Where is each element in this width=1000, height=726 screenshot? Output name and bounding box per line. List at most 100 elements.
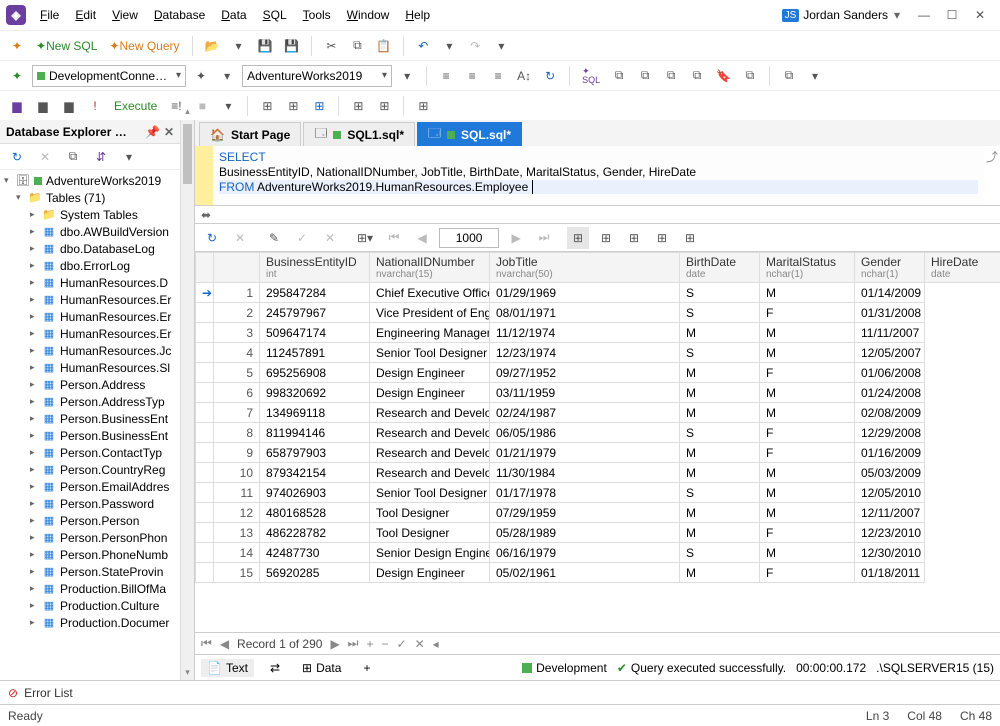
star-icon[interactable]: ✦ (6, 35, 28, 57)
tab-sql1-sql-[interactable]: 🗔SQL1.sql* (303, 122, 415, 146)
menu-file[interactable]: File (34, 4, 65, 26)
t6-icon[interactable]: ⧉ (778, 65, 800, 87)
tree-item[interactable]: ▸▦Person.Address (0, 376, 180, 393)
tree-item[interactable]: ▸▦dbo.ErrorLog (0, 257, 180, 274)
run-icon[interactable]: ▆ (6, 95, 28, 117)
bookmark-icon[interactable]: 🔖 (712, 65, 735, 87)
grid-refresh-icon[interactable]: ↻ (201, 227, 223, 249)
db-ext-icon[interactable]: ▾ (396, 65, 418, 87)
redo-drop-icon[interactable]: ▾ (490, 35, 512, 57)
view-export-icon[interactable]: ⊞ (679, 227, 701, 249)
g5-icon[interactable]: ⊞ (373, 95, 395, 117)
nav-cancel-icon[interactable]: ✕ (415, 637, 425, 651)
menu-database[interactable]: Database (148, 4, 211, 26)
splitter-bar[interactable]: ⬌ (195, 206, 1000, 224)
table-row[interactable]: 1556920285Design Engineer05/02/1961MF01/… (196, 563, 1000, 583)
nav-ok-icon[interactable]: ✓ (397, 637, 407, 651)
view-card-icon[interactable]: ⊞ (595, 227, 617, 249)
redo-icon[interactable]: ↷ (464, 35, 486, 57)
undo-icon[interactable]: ↶ (412, 35, 434, 57)
dropdown-icon[interactable]: ▾ (227, 35, 249, 57)
nav-prev-icon[interactable]: ◀ (220, 637, 229, 651)
t3-icon[interactable]: ⧉ (660, 65, 682, 87)
tree-item[interactable]: ▸▦Person.ContactTyp (0, 444, 180, 461)
uncomment-icon[interactable]: A↕ (513, 65, 535, 87)
cut-icon[interactable]: ✂ (320, 35, 342, 57)
grid-rollback-icon[interactable]: ✕ (319, 227, 341, 249)
t5-icon[interactable]: ⧉ (739, 65, 761, 87)
tree-item[interactable]: ▸📁System Tables (0, 206, 180, 223)
first-page-icon[interactable]: ⏮ (383, 227, 405, 249)
new-query-button[interactable]: ✦ New Query (105, 35, 183, 57)
swap-tab[interactable]: ⇄ (264, 659, 286, 677)
table-row[interactable]: ➔1295847284Chief Executive Officer01/29/… (196, 283, 1000, 303)
view-chart-icon[interactable]: ⊞ (651, 227, 673, 249)
tree-item[interactable]: ▸▦Person.Person (0, 512, 180, 529)
view-grid-icon[interactable]: ⊞ (567, 227, 589, 249)
menu-tools[interactable]: Tools (297, 4, 337, 26)
menu-window[interactable]: Window (341, 4, 396, 26)
user-chevron-icon[interactable]: ▾ (894, 8, 900, 22)
indent-icon[interactable]: ≡ (435, 65, 457, 87)
nav-first-icon[interactable]: ⏮ (201, 636, 212, 651)
g4-icon[interactable]: ⊞ (347, 95, 369, 117)
copy-icon[interactable]: ⧉ (346, 35, 368, 57)
tree-item[interactable]: ▸▦Person.EmailAddres (0, 478, 180, 495)
panel-close-icon[interactable]: ✕ (164, 125, 174, 139)
pause-icon[interactable]: ■ (191, 95, 213, 117)
results-grid[interactable]: BusinessEntityIDintNationalIDNumbernvarc… (195, 252, 1000, 632)
nav-more-icon[interactable]: ◂ (433, 637, 439, 651)
g3-icon[interactable]: ⊞ (308, 95, 330, 117)
grid-cancel-icon[interactable]: ✕ (229, 227, 251, 249)
table-row[interactable]: 11974026903Senior Tool Designer01/17/197… (196, 483, 1000, 503)
tree-item[interactable]: ▸▦Person.AddressTyp (0, 393, 180, 410)
tree-item[interactable]: ▸▦dbo.AWBuildVersion (0, 223, 180, 240)
add-tab[interactable]: + (357, 659, 376, 677)
wrap-icon[interactable]: ⤴ (986, 148, 998, 165)
menu-sql[interactable]: SQL (257, 4, 293, 26)
tree-drop-icon[interactable]: ▾ (118, 146, 140, 168)
user-name[interactable]: Jordan Sanders (803, 8, 888, 22)
database-dropdown[interactable]: AdventureWorks2019 (242, 65, 392, 87)
grid-edit-icon[interactable]: ✎ (263, 227, 285, 249)
table-row[interactable]: 2245797967Vice President of Engineering0… (196, 303, 1000, 323)
nav-del-icon[interactable]: − (382, 637, 389, 651)
tab-start-page[interactable]: 🏠Start Page (199, 122, 301, 146)
save-icon[interactable]: 💾 (253, 35, 276, 57)
copy-tree-icon[interactable]: ⧉ (62, 146, 84, 168)
minimize-button[interactable]: — (910, 1, 938, 29)
tree-item[interactable]: ▸▦HumanResources.D (0, 274, 180, 291)
tree-item[interactable]: ▸▦HumanResources.Er (0, 291, 180, 308)
page-size-input[interactable] (439, 228, 499, 248)
tree-item[interactable]: ▸▦Production.BillOfMa (0, 580, 180, 597)
tree-item[interactable]: ▸▦HumanResources.Er (0, 325, 180, 342)
pin-icon[interactable]: 📌 (145, 125, 160, 139)
save-all-icon[interactable]: 💾 (280, 35, 303, 57)
tab-sql-sql-[interactable]: 🗔SQL.sql* (417, 122, 522, 146)
nav-last-icon[interactable]: ⏭ (348, 636, 359, 651)
run3-icon[interactable]: ▆ (58, 95, 80, 117)
grid-opts-icon[interactable]: ⊞▾ (353, 227, 377, 249)
prev-page-icon[interactable]: ◀ (411, 227, 433, 249)
tree-item[interactable]: ▸▦Production.Culture (0, 597, 180, 614)
tree-item[interactable]: ▸▦HumanResources.Er (0, 308, 180, 325)
nav-add-icon[interactable]: + (366, 637, 373, 651)
close-button[interactable]: ✕ (966, 1, 994, 29)
stop-icon[interactable]: ! (84, 95, 106, 117)
menu-edit[interactable]: Edit (69, 4, 102, 26)
table-row[interactable]: 4112457891Senior Tool Designer12/23/1974… (196, 343, 1000, 363)
table-row[interactable]: 6998320692Design Engineer03/11/1959MM01/… (196, 383, 1000, 403)
tree-item[interactable]: ▸▦HumanResources.Sl (0, 359, 180, 376)
open-icon[interactable]: 📂 (201, 35, 224, 57)
conn-ext2-icon[interactable]: ▾ (216, 65, 238, 87)
connect-icon[interactable]: ✦ (6, 65, 28, 87)
paste-icon[interactable]: 📋 (372, 35, 395, 57)
explorer-scrollbar[interactable]: ▾▴ (180, 120, 194, 680)
last-page-icon[interactable]: ⏭ (533, 227, 555, 249)
execute-button[interactable]: Execute (110, 95, 161, 117)
table-row[interactable]: 12480168528Tool Designer07/29/1959MM12/1… (196, 503, 1000, 523)
maximize-button[interactable]: ☐ (938, 1, 966, 29)
table-row[interactable]: 5695256908Design Engineer09/27/1952MF01/… (196, 363, 1000, 383)
run2-icon[interactable]: ▆ (32, 95, 54, 117)
t4-icon[interactable]: ⧉ (686, 65, 708, 87)
